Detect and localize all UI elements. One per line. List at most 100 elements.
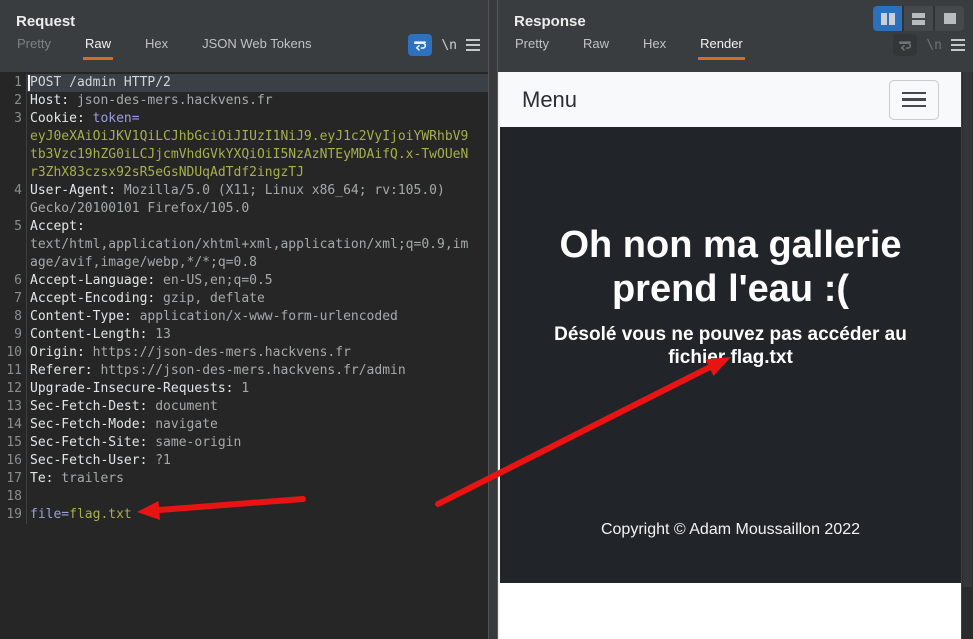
line-content: Te: trailers <box>27 470 488 488</box>
line-content: Accept-Language: en-US,en;q=0.5 <box>27 272 488 290</box>
response-tabbar: Pretty Raw Hex Render \n <box>498 30 973 60</box>
copyright-text: Copyright © Adam Moussaillon 2022 <box>601 521 860 539</box>
response-header: Response PrettyRawHexRender \n <box>498 0 973 72</box>
line-number: 14 <box>0 416 27 434</box>
line-content: Cookie: token= <box>27 110 488 128</box>
line-content: r3ZhX83czsx92sR5eGsNDUqAdTdf2ingzTJ <box>27 164 488 182</box>
line-number: 16 <box>0 452 27 470</box>
request-line: tb3Vzc19hZG0iLCJjcmVhdGVkYXQiOiI5NzAzNTE… <box>0 146 488 164</box>
tab-pretty[interactable]: Pretty <box>15 32 53 60</box>
hamburger-menu-icon[interactable] <box>951 39 965 51</box>
request-line: 13Sec-Fetch-Dest: document <box>0 398 488 416</box>
tab-render[interactable]: Render <box>698 32 745 60</box>
line-number: 4 <box>0 182 27 200</box>
line-content: Sec-Fetch-User: ?1 <box>27 452 488 470</box>
line-number <box>0 146 27 164</box>
request-line: 8Content-Type: application/x-www-form-ur… <box>0 308 488 326</box>
request-line: 9Content-Length: 13 <box>0 326 488 344</box>
split-rows-view-button[interactable] <box>904 6 933 31</box>
line-number: 15 <box>0 434 27 452</box>
request-line: 10Origin: https://json-des-mers.hackvens… <box>0 344 488 362</box>
line-content: tb3Vzc19hZG0iLCJjcmVhdGVkYXQiOiI5NzAzNTE… <box>27 146 488 164</box>
hamburger-menu-icon <box>902 92 926 95</box>
line-content: Gecko/20100101 Firefox/105.0 <box>27 200 488 218</box>
request-line: 19file=flag.txt <box>0 506 488 524</box>
request-line: age/avif,image/webp,*/*;q=0.8 <box>0 254 488 272</box>
rendered-hero-section: Oh non ma gallerie prend l'eau :( Désolé… <box>500 127 961 583</box>
rendered-page: Menu Oh non ma gallerie prend l'eau :( D… <box>498 72 961 639</box>
hero-title: Oh non ma gallerie prend l'eau :( <box>559 223 901 311</box>
line-number: 1 <box>0 74 27 92</box>
tab-hex[interactable]: Hex <box>641 32 668 60</box>
newline-toggle-icon[interactable]: \n <box>441 38 457 53</box>
request-line: 1POST /admin HTTP/2 <box>0 74 488 92</box>
line-content <box>27 488 488 506</box>
navbar-toggler-button[interactable] <box>889 80 939 120</box>
line-number <box>0 164 27 182</box>
line-number: 6 <box>0 272 27 290</box>
line-content: Host: json-des-mers.hackvens.fr <box>27 92 488 110</box>
tab-raw[interactable]: Raw <box>83 32 113 60</box>
soft-wrap-icon[interactable] <box>408 34 432 56</box>
panel-splitter[interactable] <box>488 0 498 639</box>
request-line: 14Sec-Fetch-Mode: navigate <box>0 416 488 434</box>
request-line: 17Te: trailers <box>0 470 488 488</box>
line-number: 8 <box>0 308 27 326</box>
line-number <box>0 254 27 272</box>
line-number: 19 <box>0 506 27 524</box>
request-line: text/html,application/xhtml+xml,applicat… <box>0 236 488 254</box>
repeater-view: Request Pretty Raw Hex JSON Web Tokens \n <box>0 0 973 639</box>
hamburger-menu-icon[interactable] <box>466 39 480 51</box>
render-scrollbar[interactable] <box>961 72 973 639</box>
response-toolbar: \n <box>893 34 965 60</box>
hero-subtitle: Désolé vous ne pouvez pas accéder au fic… <box>554 323 907 369</box>
line-number: 17 <box>0 470 27 488</box>
line-content: User-Agent: Mozilla/5.0 (X11; Linux x86_… <box>27 182 488 200</box>
line-number <box>0 128 27 146</box>
request-raw-editor[interactable]: 1POST /admin HTTP/22Host: json-des-mers.… <box>0 72 488 639</box>
tab-raw[interactable]: Raw <box>581 32 611 60</box>
request-line: 11Referer: https://json-des-mers.hackven… <box>0 362 488 380</box>
rendered-navbar: Menu <box>500 72 961 127</box>
line-number: 18 <box>0 488 27 506</box>
line-content: Sec-Fetch-Dest: document <box>27 398 488 416</box>
response-tabs: Pretty Raw Hex Render <box>513 32 893 60</box>
split-columns-view-button[interactable] <box>873 6 902 31</box>
line-number: 2 <box>0 92 27 110</box>
line-number: 13 <box>0 398 27 416</box>
line-content: age/avif,image/webp,*/*;q=0.8 <box>27 254 488 272</box>
newline-toggle-icon[interactable]: \n <box>926 38 942 53</box>
line-number: 10 <box>0 344 27 362</box>
line-content: Accept-Encoding: gzip, deflate <box>27 290 488 308</box>
single-pane-view-button[interactable] <box>935 6 964 31</box>
line-content: POST /admin HTTP/2 <box>27 74 488 92</box>
response-render-area: Menu Oh non ma gallerie prend l'eau :( D… <box>498 72 973 639</box>
request-line: 7Accept-Encoding: gzip, deflate <box>0 290 488 308</box>
request-toolbar: \n <box>408 34 480 60</box>
line-content: Content-Type: application/x-www-form-url… <box>27 308 488 326</box>
request-line: 5Accept: <box>0 218 488 236</box>
line-content: Referer: https://json-des-mers.hackvens.… <box>27 362 488 380</box>
line-number: 9 <box>0 326 27 344</box>
tab-hex[interactable]: Hex <box>143 32 170 60</box>
soft-wrap-icon[interactable] <box>893 34 917 56</box>
line-content: file=flag.txt <box>27 506 488 524</box>
request-tabs: Pretty Raw Hex JSON Web Tokens <box>15 32 408 60</box>
line-content: Content-Length: 13 <box>27 326 488 344</box>
response-panel: Response PrettyRawHexRender \n <box>498 0 973 639</box>
request-title: Request <box>0 0 488 30</box>
navbar-brand[interactable]: Menu <box>522 87 577 113</box>
request-line: r3ZhX83czsx92sR5eGsNDUqAdTdf2ingzTJ <box>0 164 488 182</box>
line-number <box>0 236 27 254</box>
line-number: 3 <box>0 110 27 128</box>
scrollbar-thumb[interactable] <box>963 72 972 587</box>
line-number: 7 <box>0 290 27 308</box>
request-line: 12Upgrade-Insecure-Requests: 1 <box>0 380 488 398</box>
tab-pretty[interactable]: Pretty <box>513 32 551 60</box>
request-line: 16Sec-Fetch-User: ?1 <box>0 452 488 470</box>
text-caret <box>28 75 30 91</box>
line-number: 11 <box>0 362 27 380</box>
request-line: eyJ0eXAiOiJKV1QiLCJhbGciOiJIUzI1NiJ9.eyJ… <box>0 128 488 146</box>
line-content: eyJ0eXAiOiJKV1QiLCJhbGciOiJIUzI1NiJ9.eyJ… <box>27 128 488 146</box>
tab-json-web-tokens[interactable]: JSON Web Tokens <box>200 32 313 60</box>
